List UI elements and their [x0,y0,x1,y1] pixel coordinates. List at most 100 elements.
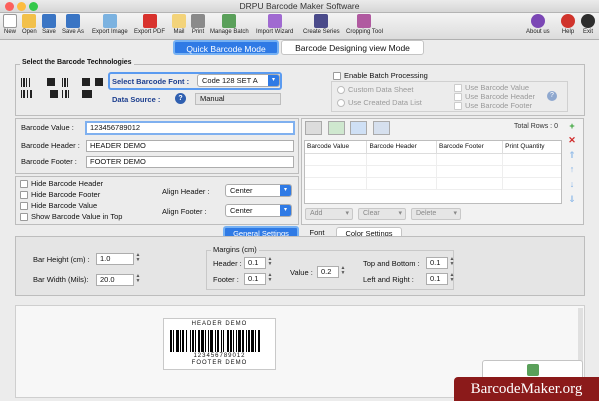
batch-icon [222,14,237,28]
quick-barcode-mode-button[interactable]: Quick Barcode Mode [173,40,279,55]
cropping-tool-button[interactable]: Cropping Tool [346,14,383,35]
data-source-help-icon[interactable]: ? [175,93,186,104]
move-down-icon[interactable]: ↓ [567,179,577,189]
toolbar: New Open Save Save As Export Image Expor… [0,13,599,40]
save-button[interactable]: Save [42,14,56,35]
barcode-header-input[interactable]: HEADER DEMO [86,140,294,152]
window-title: DRPU Barcode Maker Software [239,1,360,11]
align-footer-select[interactable]: Center ▾ [225,204,292,217]
enable-batch-label: Enable Batch Processing [344,71,428,80]
add-row-icon[interactable]: + [567,121,577,131]
help-button[interactable]: Help [561,14,575,35]
bar-width-input[interactable]: 20.0 [96,274,134,286]
margin-value-input[interactable]: 0.2 [317,266,339,278]
barcode-export-icon [527,364,539,376]
use-footer-checkbox[interactable] [454,102,462,110]
barcode-font-select[interactable]: Code 128 SET A ▾ [197,74,280,87]
data-source-label: Data Source : [112,95,161,104]
show-value-top-checkbox[interactable] [20,213,28,221]
barcode-value-label: Barcode Value : [21,123,74,132]
bar-width-stepper[interactable]: ▲ ▼ [135,274,141,285]
designing-mode-button[interactable]: Barcode Designing view Mode [281,40,424,55]
delete-row-icon[interactable]: ✕ [567,135,577,145]
grid-col-quantity: Print Quantity [502,141,561,154]
barcode-value-input[interactable]: 123456789012 [85,121,295,135]
grid-delete-button[interactable]: Delete ▾ [411,208,461,220]
created-list-radio[interactable] [337,99,345,107]
mail-icon [172,14,186,28]
title-bar: DRPU Barcode Maker Software [0,0,599,13]
hide-value-label: Hide Barcode Value [31,201,98,210]
grid-add-button[interactable]: Add ▾ [305,208,353,220]
save-as-button[interactable]: Save As [62,14,84,35]
hide-footer-checkbox[interactable] [20,191,28,199]
align-header-select[interactable]: Center ▾ [225,184,292,197]
margin-left-right-label: Left and Right : [363,275,414,284]
hide-footer-label: Hide Barcode Footer [31,190,101,199]
about-us-button[interactable]: About us [526,14,550,35]
print-button[interactable]: Print [191,14,205,35]
use-value-label: Use Barcode Value [465,83,530,92]
save-icon [42,14,56,28]
use-value-checkbox[interactable] [454,84,462,92]
export-image-button[interactable]: Export Image [92,14,128,35]
grid-col-footer: Barcode Footer [436,141,504,154]
grid-col-header: Barcode Header [366,141,438,154]
chevron-down-icon: ▾ [345,210,349,217]
margin-top-bottom-label: Top and Bottom : [363,259,420,268]
grid-clear-button[interactable]: Clear ▾ [358,208,406,220]
hide-header-checkbox[interactable] [20,180,28,188]
batch-help-icon[interactable]: ? [547,91,557,101]
bar-height-input[interactable]: 1.0 [96,253,134,265]
hide-value-checkbox[interactable] [20,202,28,210]
margin-header-input[interactable]: 0.1 [244,257,266,269]
series-icon [314,14,329,28]
chevron-down-icon: ▾ [280,205,291,216]
margin-footer-stepper[interactable]: ▲ ▼ [267,273,273,284]
export-pdf-button[interactable]: Export PDF [134,14,165,35]
exit-button[interactable]: Exit [581,14,595,35]
barcode-footer-input[interactable]: FOOTER DEMO [86,156,294,168]
margin-value-stepper[interactable]: ▲ ▼ [340,266,346,277]
grid-tool-4-icon[interactable] [373,121,390,135]
margin-left-right-input[interactable]: 0.1 [426,273,448,285]
grid-tool-3-icon[interactable] [350,121,367,135]
open-button[interactable]: Open [22,14,37,35]
batch-grid[interactable]: Barcode Value Barcode Header Barcode Foo… [304,140,562,204]
move-up-icon[interactable]: ↑ [567,164,577,174]
grid-tool-2-icon[interactable] [328,121,345,135]
wizard-icon [267,14,282,28]
printer-icon [191,14,205,28]
total-rows-label: Total Rows : 0 [514,123,558,130]
margin-left-right-stepper[interactable]: ▲ ▼ [449,273,455,284]
margin-footer-label: Footer : [213,275,239,284]
new-file-icon [3,14,17,28]
manage-batch-button[interactable]: Manage Batch [210,14,249,35]
chevron-down-icon: ▾ [268,75,279,86]
data-source-field: Manual [195,93,281,105]
preview-header: HEADER DEMO [191,321,248,327]
enable-batch-checkbox[interactable] [333,72,341,80]
mail-button[interactable]: Mail [172,14,186,35]
preview-footer: FOOTER DEMO [191,360,248,366]
use-header-label: Use Barcode Header [465,92,536,101]
create-series-button[interactable]: Create Series [303,14,340,35]
use-header-checkbox[interactable] [454,93,462,101]
custom-sheet-radio[interactable] [337,86,345,94]
bar-height-stepper[interactable]: ▲ ▼ [135,253,141,264]
batch-grid-table: Barcode Value Barcode Header Barcode Foo… [305,141,561,190]
exit-icon [581,14,595,28]
barcode-footer-label: Barcode Footer : [21,157,77,166]
margin-top-bottom-stepper[interactable]: ▲ ▼ [449,257,455,268]
margin-footer-input[interactable]: 0.1 [244,273,266,285]
new-button[interactable]: New [3,14,17,35]
barcode-preview: HEADER DEMO 123456789012 FOOTER DEMO [163,318,276,370]
margin-top-bottom-input[interactable]: 0.1 [426,257,448,269]
margin-header-stepper[interactable]: ▲ ▼ [267,257,273,268]
move-bottom-icon[interactable]: ⇓ [567,194,577,204]
created-list-label: Use Created Data List [348,98,422,107]
grid-tool-1-icon[interactable] [305,121,322,135]
import-wizard-button[interactable]: Import Wizard [256,14,293,35]
move-top-icon[interactable]: ⇑ [567,150,577,160]
watermark-logo: BarcodeMaker.org [454,377,599,401]
